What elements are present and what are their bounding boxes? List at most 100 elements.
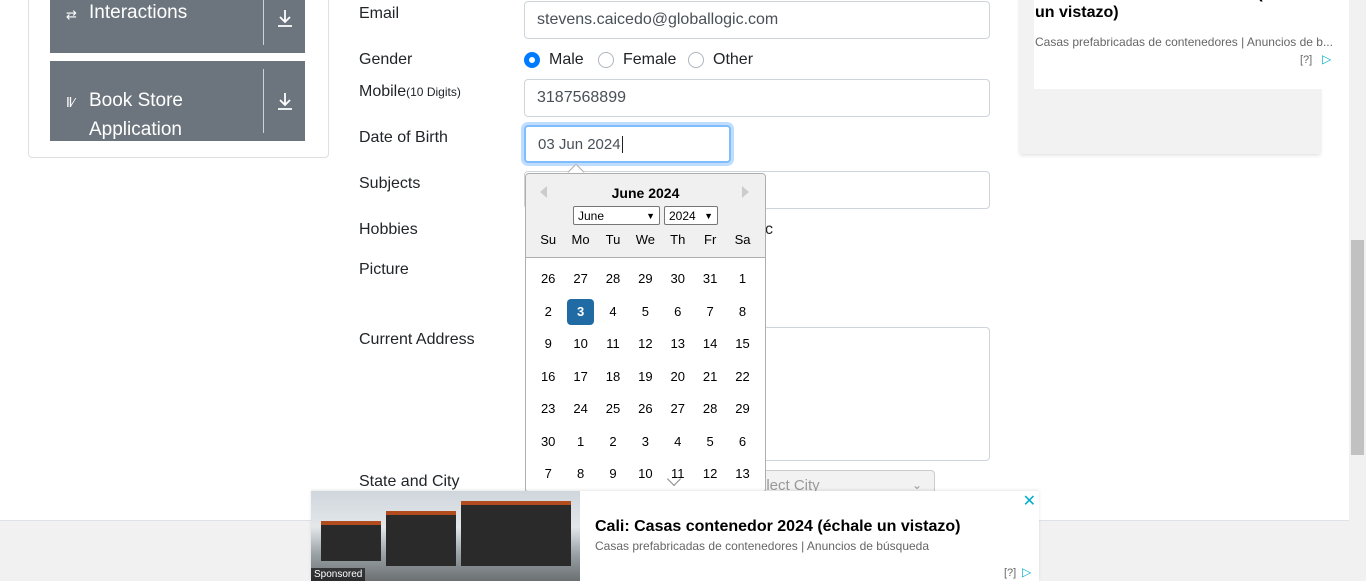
sidebar-item-label: Book Store bbox=[89, 90, 183, 111]
calendar-day[interactable]: 8 bbox=[564, 461, 596, 487]
ad-bottom[interactable]: Sponsored ✕ Cali: Casas contenedor 2024 … bbox=[311, 491, 1039, 581]
calendar-day[interactable]: 19 bbox=[629, 364, 661, 390]
sidebar-item-label: Application bbox=[89, 119, 182, 140]
calendar-day[interactable]: 28 bbox=[597, 266, 629, 292]
day-name: Sa bbox=[734, 232, 751, 247]
sidebar-item-book-store[interactable]: Ⅱ∕ Book Store Application bbox=[50, 61, 305, 141]
ad-image[interactable]: Sponsored bbox=[311, 491, 580, 581]
calendar-day[interactable]: 13 bbox=[662, 331, 694, 357]
sidebar-item-interactions[interactable]: ⇄ Interactions bbox=[50, 0, 305, 53]
calendar-day[interactable]: 12 bbox=[694, 461, 726, 487]
calendar-day[interactable]: 6 bbox=[726, 429, 758, 455]
calendar-day[interactable]: 9 bbox=[532, 331, 564, 357]
calendar-week: 23 24 25 26 27 28 29 bbox=[532, 396, 759, 422]
calendar-day[interactable]: 31 bbox=[694, 266, 726, 292]
ad-help-link[interactable]: [?] bbox=[1300, 54, 1312, 66]
calendar-week: 16 17 18 19 20 21 22 bbox=[532, 364, 759, 390]
calendar-day[interactable]: 11 bbox=[662, 461, 694, 487]
calendar-day[interactable]: 10 bbox=[564, 331, 596, 357]
chevron-down-icon: ⌄ bbox=[911, 478, 922, 492]
mobile-field[interactable]: 3187568899 bbox=[524, 79, 990, 117]
gender-radio-other[interactable]: Other bbox=[688, 50, 753, 70]
calendar-day[interactable]: 27 bbox=[564, 266, 596, 292]
calendar-week: 9 10 11 12 13 14 15 bbox=[532, 331, 759, 357]
year-select[interactable]: 2024 ▼ bbox=[664, 206, 718, 225]
ad-right-subtitle: Casas prefabricadas de contenedores | An… bbox=[1035, 35, 1333, 49]
close-icon[interactable]: ✕ bbox=[1023, 491, 1036, 511]
calendar-day[interactable]: 13 bbox=[726, 461, 758, 487]
calendar-day[interactable]: 10 bbox=[629, 461, 661, 487]
calendar-day[interactable]: 29 bbox=[629, 266, 661, 292]
calendar-day[interactable]: 7 bbox=[694, 299, 726, 325]
calendar-day[interactable]: 2 bbox=[532, 299, 564, 325]
calendar-day[interactable]: 4 bbox=[597, 299, 629, 325]
calendar-day[interactable]: 25 bbox=[597, 396, 629, 422]
calendar-day[interactable]: 5 bbox=[629, 299, 661, 325]
calendar-week: 30 1 2 3 4 5 6 bbox=[532, 429, 759, 455]
calendar-day[interactable]: 4 bbox=[662, 429, 694, 455]
calendar-day[interactable]: 21 bbox=[694, 364, 726, 390]
scrollbar-thumb[interactable] bbox=[1351, 240, 1364, 455]
day-name: Tu bbox=[605, 232, 621, 247]
calendar-day[interactable]: 23 bbox=[532, 396, 564, 422]
calendar-week: 2345678 bbox=[532, 299, 759, 325]
ad-bottom-title[interactable]: Cali: Casas contenedor 2024 (échale un v… bbox=[595, 517, 960, 536]
calendar-day[interactable]: 3 bbox=[567, 299, 595, 325]
adchoices-icon[interactable]: ▷ bbox=[1322, 52, 1331, 66]
radio-label: Other bbox=[713, 51, 754, 68]
calendar-day[interactable]: 24 bbox=[564, 396, 596, 422]
calendar-day[interactable]: 30 bbox=[532, 429, 564, 455]
calendar-day[interactable]: 3 bbox=[629, 429, 661, 455]
calendar-day[interactable]: 1 bbox=[726, 266, 758, 292]
calendar-day[interactable]: 30 bbox=[662, 266, 694, 292]
interactions-icon: ⇄ bbox=[66, 7, 77, 22]
calendar-day[interactable]: 11 bbox=[597, 331, 629, 357]
ad-help-link[interactable]: [?] bbox=[1004, 567, 1016, 579]
address-label: Current Address bbox=[359, 331, 475, 348]
current-address-textarea[interactable] bbox=[745, 327, 990, 461]
calendar-day[interactable]: 28 bbox=[694, 396, 726, 422]
calendar-day[interactable]: 18 bbox=[597, 364, 629, 390]
email-label: Email bbox=[359, 5, 400, 22]
ad-right-title[interactable]: Cali: Casas contenedor 2024 (échale un v… bbox=[1035, 0, 1335, 22]
download-icon[interactable] bbox=[263, 0, 305, 45]
calendar-day[interactable]: 8 bbox=[726, 299, 758, 325]
gender-radio-male[interactable]: Male bbox=[524, 50, 584, 70]
calendar-day[interactable]: 29 bbox=[726, 396, 758, 422]
gender-label: Gender bbox=[359, 51, 413, 68]
calendar-day[interactable]: 7 bbox=[532, 461, 564, 487]
datepicker-title: June 2024 bbox=[611, 185, 680, 201]
calendar-day[interactable]: 27 bbox=[662, 396, 694, 422]
email-field[interactable]: stevens.caicedo@globallogic.com bbox=[524, 1, 990, 39]
chevron-down-icon: ▼ bbox=[704, 210, 713, 221]
adchoices-icon[interactable]: ▷ bbox=[1022, 565, 1031, 579]
month-select[interactable]: June ▼ bbox=[573, 206, 660, 225]
ad-right[interactable]: Cali: Casas contenedor 2024 (échale un v… bbox=[1020, 0, 1340, 154]
radio-label: Female bbox=[623, 51, 677, 68]
calendar-day[interactable]: 20 bbox=[662, 364, 694, 390]
calendar-day[interactable]: 14 bbox=[694, 331, 726, 357]
calendar-day[interactable]: 2 bbox=[597, 429, 629, 455]
calendar-day[interactable]: 5 bbox=[694, 429, 726, 455]
dob-input[interactable]: 03 Jun 2024 bbox=[524, 125, 731, 163]
ad-bottom-subtitle: Casas prefabricadas de contenedores | An… bbox=[595, 539, 930, 553]
radio-unchecked-icon bbox=[598, 52, 614, 68]
download-icon[interactable] bbox=[263, 69, 305, 133]
day-name: Su bbox=[540, 232, 557, 247]
calendar-day[interactable]: 12 bbox=[629, 331, 661, 357]
calendar-day[interactable]: 6 bbox=[662, 299, 694, 325]
calendar-day[interactable]: 1 bbox=[564, 429, 596, 455]
email-value: stevens.caicedo@globallogic.com bbox=[537, 11, 779, 28]
calendar-day[interactable]: 16 bbox=[532, 364, 564, 390]
month-select-value: June bbox=[578, 208, 605, 223]
calendar-day[interactable]: 15 bbox=[726, 331, 758, 357]
calendar-day[interactable]: 9 bbox=[597, 461, 629, 487]
day-name: Mo bbox=[571, 232, 590, 247]
ad-image-container-house bbox=[386, 511, 456, 566]
calendar-day[interactable]: 26 bbox=[532, 266, 564, 292]
calendar-day[interactable]: 26 bbox=[629, 396, 661, 422]
gender-radio-female[interactable]: Female bbox=[598, 50, 676, 70]
calendar-day[interactable]: 22 bbox=[726, 364, 758, 390]
picture-label: Picture bbox=[359, 261, 409, 278]
calendar-day[interactable]: 17 bbox=[564, 364, 596, 390]
